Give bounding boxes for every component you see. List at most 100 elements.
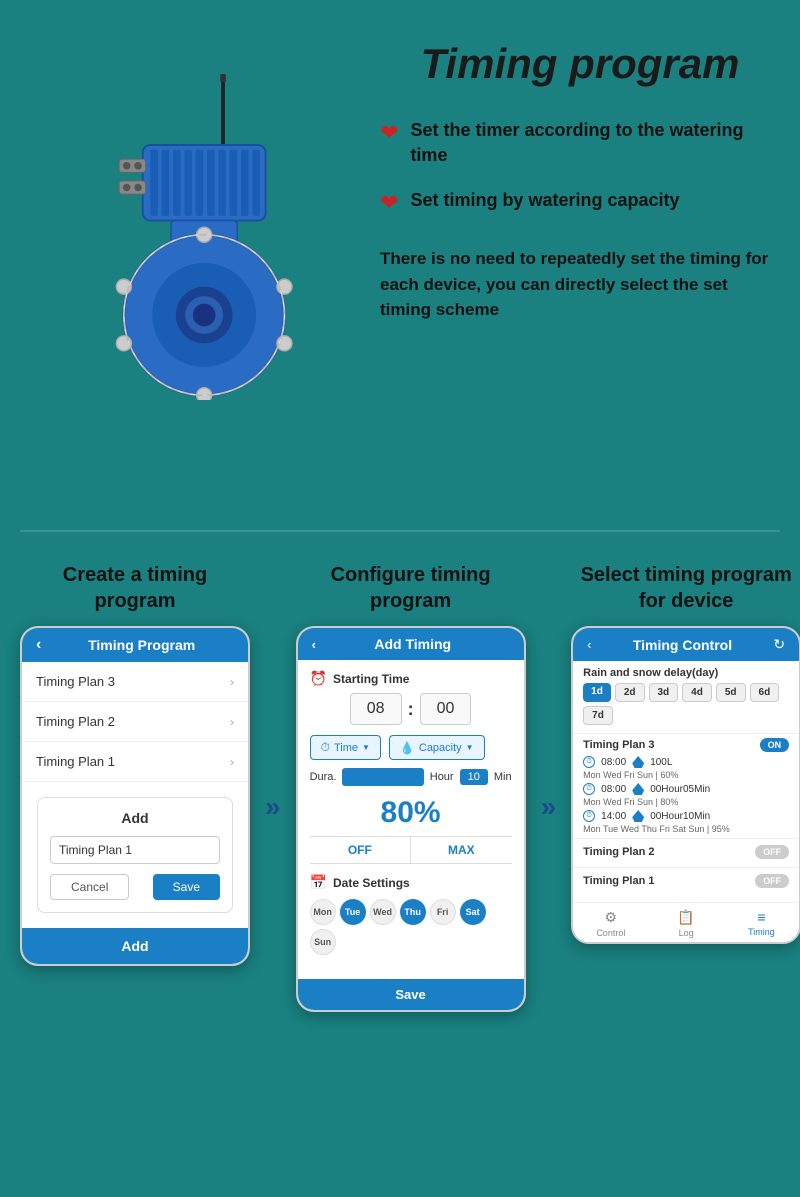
plan-2-toggle[interactable]: OFF [755, 845, 789, 859]
plan-2-section: Timing Plan 2 OFF [573, 838, 799, 867]
screen3-header: ‹ Timing Control ↻ [573, 628, 799, 661]
day-sun-label: Sun [314, 937, 331, 947]
off-max-row: OFF MAX [310, 836, 512, 864]
day-sun[interactable]: Sun [310, 929, 336, 955]
min-value: 10 [460, 769, 488, 785]
list-item-text: Timing Plan 1 [36, 754, 115, 769]
btn-row: Cancel Save [50, 874, 220, 900]
description-text: There is no need to repeatedly set the t… [380, 246, 780, 323]
plan-3-header: Timing Plan 3 ON [583, 738, 789, 752]
list-item[interactable]: Timing Plan 2 › [22, 702, 248, 742]
filter-4d[interactable]: 4d [682, 683, 712, 702]
step-3: Select timing program for device ‹ Timin… [571, 562, 800, 1012]
add-bottom-button[interactable]: Add [22, 928, 248, 964]
screen2-save-button[interactable]: Save [298, 979, 524, 1010]
refresh-icon[interactable]: ↻ [773, 636, 785, 653]
hour-input[interactable]: 08 [350, 693, 402, 725]
forward-arrow-icon-2: » [541, 791, 557, 823]
day-sat-label: Sat [466, 907, 480, 917]
dropdown-arrow-1: ▼ [362, 743, 370, 752]
time-mode-button[interactable]: ⏱ Time ▼ [310, 735, 381, 760]
device-image [20, 60, 360, 400]
drop-icon-d1 [632, 756, 644, 768]
clock-icon: ⏰ [310, 670, 327, 687]
list-item-text: Timing Plan 2 [36, 714, 115, 729]
detail-1-value: 100L [650, 757, 672, 768]
chevron-icon-2: › [230, 715, 234, 729]
filter-5d[interactable]: 5d [716, 683, 746, 702]
plan-1-name: Timing Plan 1 [583, 875, 654, 887]
day-sat[interactable]: Sat [460, 899, 486, 925]
nav-timing-label: Timing [748, 927, 775, 937]
list-item[interactable]: Timing Plan 1 › [22, 742, 248, 782]
back-arrow-1[interactable]: ‹ [36, 636, 41, 654]
screen2-title: Add Timing [316, 636, 510, 652]
clock-icon-d1: ⏱ [583, 756, 595, 768]
percent-display: 80% [310, 796, 512, 830]
list-item-text: Timing Plan 3 [36, 674, 115, 689]
timing-plan-input[interactable] [50, 836, 220, 864]
nav-log[interactable]: 📋 Log [648, 909, 723, 938]
nav-control[interactable]: ⚙ Control [573, 909, 648, 938]
feature-1-text: Set the timer according to the watering … [410, 118, 780, 168]
feature-2: ❤ Set timing by watering capacity [380, 188, 780, 216]
starting-time-text: Starting Time [333, 672, 409, 686]
plan-2-name: Timing Plan 2 [583, 846, 654, 858]
filter-2d[interactable]: 2d [615, 683, 645, 702]
drop-icon-d3 [632, 810, 644, 822]
top-section: Timing program ❤ Set the timer according… [0, 0, 800, 520]
plan-3-days-3: Mon Tue Wed Thu Fri Sat Sun | 95% [583, 824, 789, 834]
capacity-mode-button[interactable]: 💧 Capacity ▼ [389, 735, 485, 760]
detail-1-time: 08:00 [601, 757, 626, 768]
plan-3-toggle[interactable]: ON [760, 738, 790, 752]
arrow-2: » [541, 791, 557, 823]
save-button[interactable]: Save [153, 874, 220, 900]
plan-1-toggle[interactable]: OFF [755, 874, 789, 888]
nav-log-label: Log [679, 928, 694, 938]
plan-3-detail-1: ⏱ 08:00 100L [583, 756, 789, 768]
day-thu[interactable]: Thu [400, 899, 426, 925]
right-content: Timing program ❤ Set the timer according… [360, 30, 780, 323]
step-1-title: Create a timing program [20, 562, 250, 614]
time-mode-label: Time [334, 742, 358, 754]
hour-label: Hour [430, 771, 454, 783]
add-dialog: Add Cancel Save [37, 797, 233, 913]
filter-1d[interactable]: 1d [583, 683, 611, 702]
max-button[interactable]: MAX [411, 837, 512, 863]
forward-arrow-icon-1: » [265, 791, 281, 823]
date-settings-text: Date Settings [333, 876, 410, 890]
screen2-header: ‹ Add Timing [298, 628, 524, 660]
section-divider [20, 530, 780, 532]
steps-row: Create a timing program ‹ Timing Program… [20, 562, 780, 1012]
starting-time-label: ⏰ Starting Time [310, 670, 512, 687]
plan-3-detail-2: ⏱ 08:00 00Hour05Min [583, 783, 789, 795]
nav-timing[interactable]: ≡ Timing [724, 909, 799, 938]
day-tue[interactable]: Tue [340, 899, 366, 925]
log-icon: 📋 [677, 909, 694, 926]
time-separator: : [408, 699, 414, 720]
detail-2-value: 00Hour05Min [650, 784, 710, 795]
list-item[interactable]: Timing Plan 3 › [22, 662, 248, 702]
day-wed-label: Wed [373, 907, 392, 917]
detail-3-time: 14:00 [601, 811, 626, 822]
day-mon[interactable]: Mon [310, 899, 336, 925]
day-wed[interactable]: Wed [370, 899, 396, 925]
plan-3-name: Timing Plan 3 [583, 739, 654, 751]
screen2-body: ⏰ Starting Time 08 : 00 ⏱ Time ▼ [298, 660, 524, 975]
minute-input[interactable]: 00 [420, 693, 472, 725]
step-2-title: Configure timing program [296, 562, 526, 614]
cancel-button[interactable]: Cancel [50, 874, 129, 900]
phone-screen-3: ‹ Timing Control ↻ Rain and snow delay(d… [571, 626, 800, 944]
filter-6d[interactable]: 6d [750, 683, 780, 702]
plan-3-days-1: Mon Wed Fri Sun | 60% [583, 770, 789, 780]
mode-row: ⏱ Time ▼ 💧 Capacity ▼ [310, 735, 512, 760]
chevron-icon-1: › [230, 675, 234, 689]
off-button[interactable]: OFF [310, 837, 412, 863]
plan-3-detail-3: ⏱ 14:00 00Hour10Min [583, 810, 789, 822]
bottom-section: Create a timing program ‹ Timing Program… [0, 552, 800, 1042]
day-fri[interactable]: Fri [430, 899, 456, 925]
filter-7d[interactable]: 7d [583, 706, 613, 725]
filter-3d[interactable]: 3d [649, 683, 679, 702]
detail-2-time: 08:00 [601, 784, 626, 795]
heart-icon-1: ❤ [380, 120, 398, 146]
